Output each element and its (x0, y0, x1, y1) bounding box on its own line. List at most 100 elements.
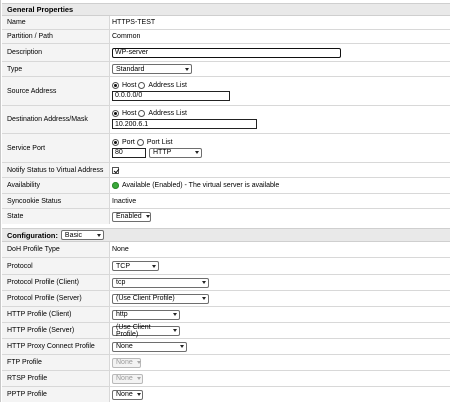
http-profile-client-cell: http (110, 307, 450, 322)
pptp-profile-select[interactable]: None (112, 389, 143, 400)
type-row: Type Standard (2, 62, 450, 77)
partition-value: Common (112, 33, 141, 40)
rtsp-profile-row: RTSP Profile None (2, 371, 450, 387)
source-host-label: Host (122, 81, 137, 89)
port-option-label: Port (122, 138, 135, 146)
chevron-down-icon (136, 393, 141, 396)
service-port-protocol-selected: HTTP (153, 149, 172, 156)
notify-status-checkbox[interactable] (112, 166, 119, 174)
http-proxy-connect-select[interactable]: None (112, 341, 187, 352)
doh-profile-value: None (112, 246, 129, 253)
destination-address-type: Host Address List (112, 110, 450, 117)
description-row: Description WP-server (2, 44, 450, 62)
service-port-inputs: 80 HTTP (112, 147, 450, 158)
port-list-option-label: Port List (146, 138, 173, 146)
destination-address-field[interactable]: 10.200.6.1 (112, 119, 257, 129)
destination-address-label: Destination Address/Mask (2, 106, 110, 133)
name-label: Name (2, 16, 110, 29)
service-port-type: Port Port List (112, 138, 450, 146)
description-cell: WP-server (110, 44, 450, 61)
protocol-profile-client-select[interactable]: tcp (112, 277, 209, 288)
protocol-select[interactable]: TCP (112, 261, 159, 271)
description-field[interactable]: WP-server (112, 47, 341, 58)
chevron-down-icon (96, 233, 101, 237)
partition-label: Partition / Path (2, 30, 110, 43)
ftp-profile-row: FTP Profile None (2, 355, 450, 371)
chevron-down-icon (185, 67, 189, 71)
protocol-profile-server-cell: (Use Client Profile) (110, 291, 450, 306)
notify-status-row: Notify Status to Virtual Address (2, 163, 450, 178)
source-address-label: Source Address (2, 77, 110, 105)
rtsp-profile-selected: None (116, 375, 133, 382)
http-profile-server-select[interactable]: (Use Client Profile) (112, 324, 180, 338)
chevron-down-icon (202, 281, 206, 284)
protocol-cell: TCP (110, 258, 450, 274)
ftp-profile-selected: None (116, 359, 133, 366)
type-cell: Standard (110, 62, 450, 76)
source-address-list-radio[interactable] (138, 81, 146, 89)
protocol-profile-client-selected: tcp (116, 279, 126, 286)
protocol-profile-server-row: Protocol Profile (Server) (Use Client Pr… (2, 291, 450, 307)
port-radio[interactable] (112, 138, 119, 146)
syncookie-value: Inactive (112, 197, 137, 205)
general-properties-title: General Properties (7, 5, 74, 14)
http-proxy-connect-label: HTTP Proxy Connect Profile (2, 339, 110, 354)
availability-value: Available (Enabled) - The virtual server… (122, 182, 280, 189)
description-value: WP-server (115, 49, 149, 56)
source-address-type: Host Address List (112, 81, 450, 89)
state-select[interactable]: Enabled (112, 211, 151, 222)
chevron-down-icon (145, 215, 150, 218)
service-port-row: Service Port Port Port List 80 HTTP (2, 134, 450, 163)
type-label: Type (2, 62, 110, 76)
configuration-title: Configuration: (7, 230, 58, 240)
pptp-profile-selected: None (116, 391, 133, 398)
protocol-row: Protocol TCP (2, 258, 450, 275)
source-address-field[interactable]: 0.0.0.0/0 (112, 90, 230, 101)
http-profile-server-label: HTTP Profile (Server) (2, 323, 110, 338)
chevron-down-icon (195, 151, 199, 154)
available-status-icon (112, 182, 119, 189)
description-label: Description (2, 44, 110, 61)
pptp-profile-label: PPTP Profile (2, 387, 110, 402)
service-port-value: 80 (115, 149, 123, 156)
http-profile-server-row: HTTP Profile (Server) (Use Client Profil… (2, 323, 450, 339)
ftp-profile-cell: None (110, 355, 450, 370)
type-select[interactable]: Standard (112, 64, 192, 74)
name-row: Name HTTPS-TEST (2, 16, 450, 30)
protocol-profile-client-label: Protocol Profile (Client) (2, 275, 110, 290)
notify-status-label: Notify Status to Virtual Address (2, 163, 110, 177)
protocol-selected: TCP (116, 262, 130, 270)
destination-address-value: 10.200.6.1 (115, 120, 149, 128)
availability-row: Availability Available (Enabled) - The v… (2, 178, 450, 194)
port-list-radio[interactable] (136, 138, 144, 146)
service-port-field[interactable]: 80 (112, 147, 146, 158)
type-selected: Standard (116, 65, 145, 73)
doh-profile-label: DoH Profile Type (2, 242, 110, 257)
protocol-profile-server-select[interactable]: (Use Client Profile) (112, 293, 209, 304)
state-row: State Enabled (2, 209, 450, 224)
destination-address-list-radio[interactable] (138, 110, 146, 117)
http-profile-client-select[interactable]: http (112, 309, 180, 320)
pptp-profile-cell: None (110, 387, 450, 402)
availability-label: Availability (2, 178, 110, 193)
destination-host-radio[interactable] (112, 110, 119, 117)
protocol-profile-client-row: Protocol Profile (Client) tcp (2, 275, 450, 291)
chevron-down-icon (136, 377, 141, 380)
destination-address-row: Destination Address/Mask Host Address Li… (2, 106, 450, 134)
service-port-protocol-select[interactable]: HTTP (149, 147, 202, 158)
http-profile-client-label: HTTP Profile (Client) (2, 307, 110, 322)
protocol-profile-server-label: Protocol Profile (Server) (2, 291, 110, 306)
ftp-profile-select: None (112, 357, 141, 368)
configuration-mode-select[interactable]: Basic (60, 230, 104, 240)
protocol-profile-server-selected: (Use Client Profile) (116, 295, 175, 302)
source-address-cell: Host Address List 0.0.0.0/0 (110, 77, 450, 105)
http-proxy-connect-selected: None (116, 343, 133, 350)
source-address-row: Source Address Host Address List 0.0.0.0… (2, 77, 450, 106)
source-address-value: 0.0.0.0/0 (115, 92, 143, 99)
source-host-radio[interactable] (112, 81, 119, 89)
rtsp-profile-select: None (112, 373, 143, 384)
general-properties-table: Name HTTPS-TEST Partition / Path Common … (2, 16, 450, 224)
chevron-down-icon (136, 361, 141, 364)
state-cell: Enabled (110, 209, 450, 224)
syncookie-label: Syncookie Status (2, 194, 110, 208)
